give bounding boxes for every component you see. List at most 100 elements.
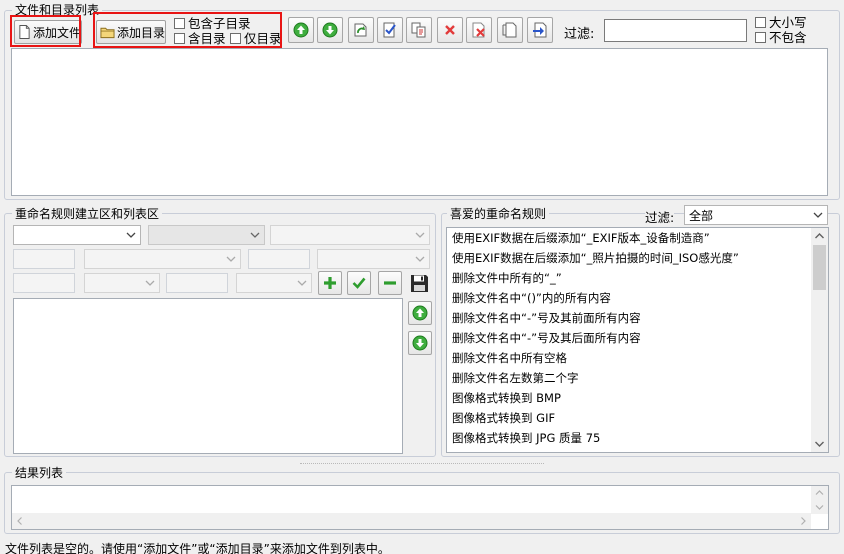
favorites-group-title: 喜爱的重命名规则 (447, 208, 550, 220)
check-icon (352, 277, 366, 289)
favorites-filter-select[interactable]: 全部 (684, 205, 828, 225)
remove-item-button[interactable] (466, 17, 492, 43)
copy-button[interactable] (406, 17, 432, 43)
favorites-list[interactable]: 使用EXIF数据在后缀添加“_EXIF版本_设备制造商” 使用EXIF数据在后缀添… (446, 227, 829, 453)
favorite-rule-item[interactable]: 删除文件名中所有空格 (447, 348, 811, 368)
case-sensitive-label: 大小写 (769, 15, 807, 30)
favorite-rule-item[interactable]: 使用EXIF数据在后缀添加“_照片拍摄的时间_ISO感光度” (447, 248, 811, 268)
results-vscrollbar[interactable] (811, 486, 828, 514)
move-up-icon (293, 22, 309, 38)
favorite-rule-item[interactable]: 图像格式转换到 GIF (447, 408, 811, 428)
move-down-button[interactable] (317, 17, 343, 43)
chevron-down-icon (297, 280, 307, 286)
file-list[interactable] (11, 48, 828, 196)
floppy-disk-icon (410, 274, 428, 292)
add-directory-label: 添加目录 (116, 25, 165, 40)
rule-param-select-2[interactable] (317, 249, 430, 269)
confirm-rule-button[interactable] (347, 271, 371, 295)
rule-param-field-1[interactable] (13, 249, 75, 269)
rule-action-select[interactable] (148, 225, 265, 245)
results-group-title: 结果列表 (12, 467, 67, 479)
include-subdirs-label: 包含子目录 (188, 16, 251, 31)
dirs-only-box[interactable] (230, 33, 241, 44)
splitter-grip[interactable] (300, 463, 544, 466)
scroll-right-arrow-icon[interactable] (795, 513, 811, 529)
scroll-up-arrow-icon[interactable] (811, 228, 828, 245)
rule-param-select-3[interactable] (84, 273, 160, 293)
include-dirs-checkbox[interactable]: 含目录 (174, 32, 226, 45)
favorite-rule-item[interactable]: 删除文件名中“-”号及其前面所有内容 (447, 308, 811, 328)
favorites-filter-value: 全部 (689, 208, 714, 223)
status-bar-text: 文件列表是空的。请使用“添加文件”或“添加目录”来添加文件到列表中。 (5, 542, 390, 554)
chevron-down-icon (415, 256, 425, 262)
add-directory-button[interactable]: 添加目录 (96, 20, 166, 44)
chevron-down-icon (250, 232, 260, 238)
chevron-down-icon (126, 232, 136, 238)
favorites-filter-label: 过滤: (645, 207, 675, 226)
remove-item-icon (472, 22, 485, 38)
rule-option-select[interactable] (270, 225, 430, 245)
favorite-rule-item[interactable]: 图像格式转换到 BMP (447, 388, 811, 408)
rule-param-select-4[interactable] (236, 273, 312, 293)
refresh-icon (354, 23, 367, 37)
check-all-button[interactable] (377, 17, 403, 43)
favorite-rule-item[interactable]: 删除文件名左数第二个字 (447, 368, 811, 388)
remove-rule-button[interactable] (378, 271, 402, 295)
results-hscrollbar[interactable] (12, 513, 811, 529)
favorites-scrollbar[interactable] (811, 228, 828, 452)
rule-type-select[interactable] (13, 225, 141, 245)
chevron-down-icon (145, 280, 155, 286)
case-sensitive-box[interactable] (755, 17, 766, 28)
file-icon (19, 25, 30, 39)
refresh-button[interactable] (348, 17, 374, 43)
files-group-title: 文件和目录列表 (12, 4, 103, 16)
favorites-scroll-thumb[interactable] (813, 245, 826, 290)
scroll-down-arrow-icon[interactable] (811, 500, 828, 514)
rule-move-up-button[interactable] (408, 301, 432, 325)
page-icon (502, 22, 517, 38)
rule-param-field-2[interactable] (248, 249, 310, 269)
favorite-rule-item[interactable]: 删除文件名中“()”内的所有内容 (447, 288, 811, 308)
move-down-icon (412, 335, 428, 351)
favorite-rule-item[interactable]: 删除文件名中“-”号及其后面所有内容 (447, 328, 811, 348)
export-button[interactable] (527, 17, 553, 43)
save-rules-button[interactable] (407, 271, 431, 295)
chevron-down-icon (813, 212, 823, 218)
plus-icon (324, 277, 336, 289)
case-sensitive-checkbox[interactable]: 大小写 (755, 16, 807, 29)
rule-move-down-button[interactable] (408, 331, 432, 355)
favorite-rule-item[interactable]: 图像格式转换到 JPG 质量 75 (447, 428, 811, 448)
rule-param-field-3[interactable] (13, 273, 75, 293)
scroll-left-arrow-icon[interactable] (12, 513, 28, 529)
results-list[interactable] (11, 485, 829, 530)
rule-param-select-1[interactable] (84, 249, 241, 269)
add-rule-button[interactable] (318, 271, 342, 295)
include-subdirs-box[interactable] (174, 18, 185, 29)
rule-param-field-4[interactable] (166, 273, 228, 293)
move-up-button[interactable] (288, 17, 314, 43)
delete-button[interactable] (437, 17, 463, 43)
page-button[interactable] (497, 17, 523, 43)
include-subdirs-checkbox[interactable]: 包含子目录 (174, 17, 251, 30)
scroll-up-arrow-icon[interactable] (811, 486, 828, 500)
rule-list[interactable] (13, 298, 403, 454)
export-icon (533, 22, 547, 38)
include-dirs-box[interactable] (174, 33, 185, 44)
files-filter-input[interactable] (604, 19, 747, 42)
copy-icon (411, 22, 426, 38)
favorite-rule-item[interactable]: 使用EXIF数据在后缀添加“_EXIF版本_设备制造商” (447, 228, 811, 248)
favorite-rule-item[interactable]: 图像格式转换到 PNG (447, 448, 811, 452)
files-filter-label: 过滤: (564, 27, 595, 42)
chevron-down-icon (226, 256, 236, 262)
dirs-only-checkbox[interactable]: 仅目录 (230, 32, 282, 45)
exclude-box[interactable] (755, 32, 766, 43)
check-all-icon (383, 22, 396, 38)
delete-icon (445, 25, 455, 35)
minus-icon (384, 281, 396, 285)
exclude-label: 不包含 (769, 30, 807, 45)
exclude-checkbox[interactable]: 不包含 (755, 31, 807, 44)
favorites-items: 使用EXIF数据在后缀添加“_EXIF版本_设备制造商” 使用EXIF数据在后缀添… (447, 228, 811, 452)
scroll-down-arrow-icon[interactable] (811, 435, 828, 452)
add-file-button[interactable]: 添加文件 (14, 20, 82, 44)
favorite-rule-item[interactable]: 删除文件中所有的“_” (447, 268, 811, 288)
